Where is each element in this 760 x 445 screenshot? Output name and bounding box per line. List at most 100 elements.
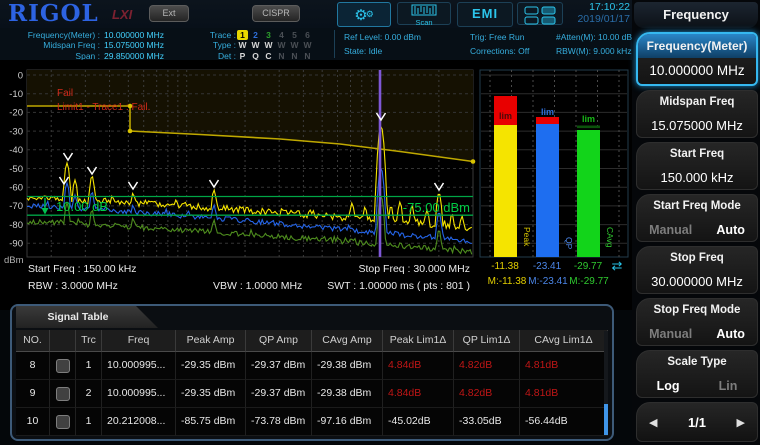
softkey-value: 30.000000 MHz [651, 274, 743, 289]
table-cell: -85.75 dBm [176, 408, 246, 436]
table-cell: 10.000995... [102, 352, 176, 380]
y-axis-label: -10 [9, 89, 23, 100]
atten-block: #Atten(M): 10.00 dB RBW(M): 9.000 kHz [556, 31, 632, 58]
y-axis-unit: dBm [4, 255, 24, 266]
y-axis-label: -60 [9, 183, 23, 194]
table-header-cell: NO. [16, 330, 50, 352]
rbw-readout: RBW : 3.0000 MHz [28, 280, 118, 292]
option-log[interactable]: Log [657, 379, 680, 393]
emi-button[interactable]: EMI [457, 2, 513, 27]
corrections-readout: Corrections: Off [470, 45, 530, 56]
table-cell: -29.37 dBm [246, 352, 312, 380]
gear-small-icon: ⚙ [365, 9, 374, 19]
row-checkbox[interactable] [55, 415, 70, 429]
table-header-cell [50, 330, 76, 352]
trace-numbers: 123456 [236, 30, 314, 41]
softkey-midspan-freq[interactable]: Midspan Freq 15.075000 MHz [636, 90, 758, 138]
layout-button[interactable] [517, 2, 563, 25]
table-cell: -29.37 dBm [246, 380, 312, 408]
softkey-label: Start Freq [669, 148, 725, 160]
scan-label: Scan [415, 18, 433, 27]
clock: 17:10:22 2019/01/17 [558, 1, 630, 25]
softkey-stop-freq-mode[interactable]: Stop Freq Mode Manual Auto [636, 298, 758, 346]
frequency-settings-labels: Frequency(Meter) : Midspan Freq : Span : [0, 30, 100, 61]
trace-cell: W [264, 40, 273, 51]
table-cell: -45.02dB [383, 408, 454, 436]
table-cell: 4.82dB [454, 380, 520, 408]
softkey-frequency-meter[interactable]: Frequency(Meter) 10.000000 MHz [636, 32, 758, 86]
delta-readout: 10.00 dB [56, 199, 108, 214]
table-header-cell: CAvg Lim1Δ [520, 330, 608, 352]
y-axis-label: -90 [9, 239, 23, 250]
trace-cell: 4 [279, 30, 284, 40]
sidebar-pager: ◀ 1/1 ▶ [636, 402, 758, 442]
ext-button[interactable]: Ext [149, 5, 189, 22]
windows-icon [524, 6, 555, 25]
midspan-value: 15.075000 MHz [104, 40, 165, 51]
table-header-cell: Trc [76, 330, 102, 352]
softkey-scale-type[interactable]: Scale Type Log Lin [636, 350, 758, 398]
table-cell: 4.81dB [520, 380, 608, 408]
table-cell: 4.84dB [383, 380, 454, 408]
table-cell: 1 [76, 408, 102, 436]
softkey-start-freq[interactable]: Start Freq 150.000 kHz [636, 142, 758, 190]
option-manual[interactable]: Manual [649, 327, 692, 341]
rbw-meter-readout: RBW(M): 9.000 kHz [556, 45, 632, 56]
trig-readout: Trig: Free Run [470, 32, 525, 42]
table-cell: -73.78 dBm [246, 408, 312, 436]
rigol-logo: RIGOL [8, 0, 99, 27]
page-prev-icon[interactable]: ◀ [649, 416, 657, 429]
bar-peak-name: Peak [522, 227, 532, 247]
softkey-label: Scale Type [667, 356, 727, 368]
signal-table-tab[interactable]: Signal Table [16, 306, 158, 328]
table-cell: 10.000995... [102, 380, 176, 408]
table-cell: 20.212008... [102, 408, 176, 436]
y-axis-label: -20 [9, 108, 23, 119]
row-checkbox[interactable] [55, 387, 70, 401]
ref-state-block: Ref Level: 0.00 dBm State: Idle [344, 31, 421, 58]
table-header-cell: CAvg Amp [312, 330, 383, 352]
bar-qp-name: QP [564, 237, 574, 250]
softkey-value: 150.000 kHz [660, 170, 734, 185]
option-lin[interactable]: Lin [719, 379, 738, 393]
table-cell: -33.05dB [454, 408, 520, 436]
bar-cavg-lim-line [577, 125, 600, 129]
limit-fail-message: Limit1 - Trace1 : Fail. [57, 102, 150, 113]
scan-button[interactable]: Scan [397, 2, 451, 27]
trace-cell: W [303, 40, 312, 51]
softkey-label: Midspan Freq [659, 96, 735, 108]
settings-gear-button[interactable]: ⚙⚙ [337, 2, 391, 27]
y-axis-label: 0 [18, 70, 23, 81]
option-auto[interactable]: Auto [716, 223, 744, 237]
option-auto[interactable]: Auto [716, 327, 744, 341]
table-scrollbar-thumb[interactable] [604, 404, 608, 435]
softkey-label: Frequency(Meter) [638, 34, 756, 58]
swap-icon[interactable]: ⇄ [607, 258, 627, 274]
table-cell: -29.35 dBm [176, 352, 246, 380]
top-bar: RIGOL LXI Ext CISPR ⚙⚙ Scan EMI 17:10:22… [0, 0, 632, 29]
page-next-icon[interactable]: ▶ [737, 416, 745, 429]
table-cell: -29.35 dBm [176, 380, 246, 408]
option-manual[interactable]: Manual [649, 223, 692, 237]
trig-block: Trig: Free Run Corrections: Off [470, 31, 529, 58]
table-header-cell: QP Lim1Δ [454, 330, 520, 352]
bar-cavg [577, 130, 600, 257]
table-cell: -29.38 dBm [312, 380, 383, 408]
y-axis-label: -70 [9, 201, 23, 212]
trace-cell: W [251, 40, 260, 51]
table-cell: 10 [16, 408, 50, 436]
table-cell: -29.38 dBm [312, 352, 383, 380]
trace-status-block: Trace :123456 Type :WWWWWW Det :PQCNNN [170, 30, 314, 61]
trace-cell: 3 [266, 30, 271, 40]
cispr-button[interactable]: CISPR [252, 5, 300, 22]
softkey-stop-freq[interactable]: Stop Freq 30.000000 MHz [636, 246, 758, 294]
row-checkbox[interactable] [55, 359, 70, 373]
trace-cell: W [290, 40, 299, 51]
softkey-start-freq-mode[interactable]: Start Freq Mode Manual Auto [636, 194, 758, 242]
y-axis-label: -40 [9, 145, 23, 156]
table-cell: 9 [16, 380, 50, 408]
trace-types: WWWWWW [236, 40, 314, 50]
meter-max-cavg: M:-29.77 [569, 276, 609, 287]
swt-readout: SWT : 1.00000 ms ( pts : 801 ) [327, 280, 470, 292]
midspan-label: Midspan Freq : [43, 40, 100, 51]
